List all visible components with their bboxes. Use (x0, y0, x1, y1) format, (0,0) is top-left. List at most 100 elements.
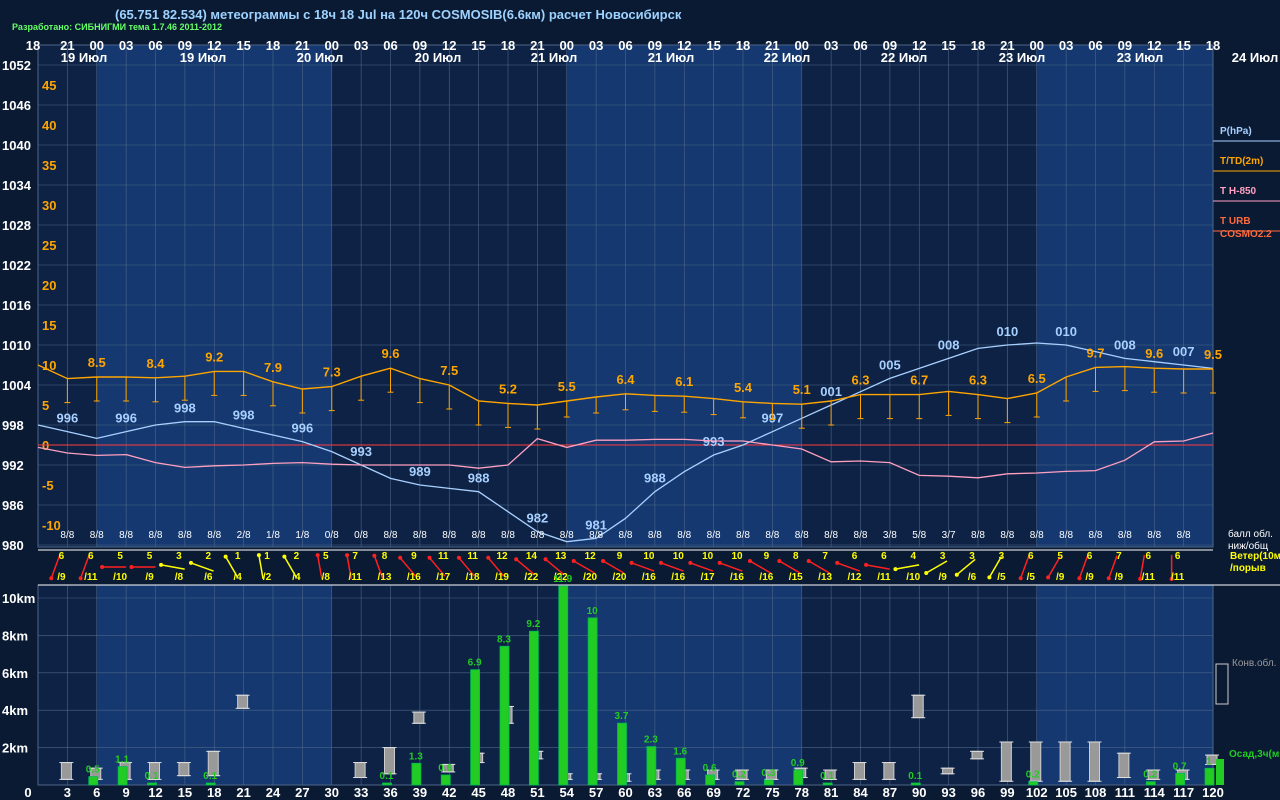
wind-gust-label: /16 (407, 572, 421, 583)
top-hour-label: 18 (26, 38, 40, 53)
bottom-hour-label: 27 (295, 785, 309, 800)
cloud-cover-label: 8/8 (795, 530, 809, 541)
cloud-cover-label: 1/8 (295, 530, 309, 541)
bottom-hour-label: 54 (560, 785, 575, 800)
cloud-cover-label: 8/8 (178, 530, 192, 541)
cloud-cover-label: 8/8 (560, 530, 574, 541)
bottom-hour-label: 21 (236, 785, 250, 800)
legend-conv-swatch (1215, 663, 1229, 705)
wind-speed-label: 10 (673, 551, 685, 562)
wind-gust-label: /6 (204, 572, 213, 583)
pressure-value-label: 998 (233, 407, 255, 422)
precip-bar (617, 722, 627, 786)
temperature-value-label: 9.6 (1145, 346, 1163, 361)
wind-speed-label: 13 (555, 551, 567, 562)
precip-value-label: 2.3 (644, 735, 658, 746)
wind-gust-label: /16 (642, 572, 656, 583)
legend-label: T H-850 (1220, 186, 1257, 197)
bottom-hour-label: 15 (178, 785, 192, 800)
top-hour-label: 03 (824, 38, 838, 53)
top-hour-label: 06 (853, 38, 867, 53)
wind-arrow-head (486, 555, 491, 560)
wind-arrow-head (398, 555, 403, 560)
wind-gust-label: /11 (1171, 572, 1185, 583)
precip-bar (793, 769, 804, 786)
cloud-cover-label: 0/8 (325, 530, 339, 541)
pressure-value-label: 008 (1114, 337, 1136, 352)
wind-speed-label: 1 (264, 551, 270, 562)
precip-value-label: 0.2 (732, 770, 746, 781)
temperature-value-label: 8.4 (146, 356, 165, 371)
convective-cloud-bar (413, 711, 425, 724)
pressure-value-label: 988 (644, 471, 666, 486)
bottom-hour-label: 72 (736, 785, 750, 800)
wind-speed-label: 6 (1028, 551, 1034, 562)
bottom-hour-label: 57 (589, 785, 603, 800)
cloud-cover-label: 8/8 (472, 530, 486, 541)
wind-arrow-head (777, 559, 782, 563)
wind-arrow-head (345, 553, 350, 558)
wind-gust-label: /8 (175, 572, 184, 583)
wind-arrow-head (658, 560, 663, 565)
height-tick-label: 6km (2, 666, 28, 681)
wind-gust-label: /22 (524, 572, 538, 583)
bottom-hour-label: 69 (706, 785, 720, 800)
wind-gust-label: /17 (436, 572, 450, 583)
wind-speed-label: 5 (147, 551, 153, 562)
wind-speed-label: 11 (467, 551, 478, 562)
cloud-cover-label: 8/8 (971, 530, 985, 541)
temperature-value-label: 6.5 (1028, 371, 1046, 386)
convective-cloud-bar (883, 762, 895, 780)
wind-speed-label: 7 (822, 551, 828, 562)
cloud-cover-label: 8/8 (854, 530, 868, 541)
temperature-value-label: 5.2 (499, 381, 517, 396)
wind-legend-label: /порыв (1230, 563, 1266, 574)
height-tick-label: 8km (2, 628, 28, 643)
convective-cloud-bar (60, 762, 72, 780)
wind-arrow-head (747, 559, 752, 563)
wind-arrow-head (987, 575, 992, 580)
temperature-value-label: 7.3 (323, 365, 341, 380)
pressure-value-label: 001 (820, 384, 842, 399)
precip-bar (528, 630, 539, 786)
wind-arrow-head (456, 555, 461, 560)
wind-gust-label: /18 (466, 572, 480, 583)
wind-arrow (190, 562, 214, 572)
precip-value-label: 0.1 (203, 771, 217, 782)
cloud-cover-label: 8/8 (736, 530, 750, 541)
wind-gust-label: /11 (877, 572, 891, 583)
cloud-cover-label: 8/8 (384, 530, 398, 541)
wind-arrow-head (159, 562, 164, 567)
precip-value-label: 0.9 (791, 758, 805, 769)
wind-speed-label: 1 (235, 551, 241, 562)
wind-speed-label: 9 (617, 551, 623, 562)
legend-precip-swatch (1216, 759, 1224, 785)
cloud-precip-legend-label: Осад,3ч(мм) (1229, 749, 1280, 760)
precip-bar (440, 774, 451, 786)
wind-speed-label: 6 (881, 551, 887, 562)
pressure-tick-label: 1046 (2, 98, 31, 113)
top-hour-label: 06 (618, 38, 632, 53)
precip-bar (117, 766, 128, 786)
wind-gust-label: /9 (145, 572, 154, 583)
convective-cloud-bar (912, 694, 924, 719)
wind-gust-label: /15 (789, 572, 803, 583)
temperature-value-label: 6.7 (910, 373, 928, 388)
wind-speed-label: 10 (731, 551, 743, 562)
temperature-tick-label: 5 (42, 398, 49, 413)
legend-label: P(hPa) (1220, 126, 1252, 137)
cloud-cover-label: 8/8 (119, 530, 133, 541)
precip-bar (499, 645, 510, 786)
convective-cloud-bar (1059, 741, 1071, 782)
wind-gust-label: /19 (495, 572, 509, 583)
wind-speed-label: 7 (352, 551, 358, 562)
bottom-hour-label: 33 (354, 785, 368, 800)
wind-speed-label: 3 (969, 551, 975, 562)
cloud-cover-label: 8/8 (501, 530, 515, 541)
pressure-tick-label: 1052 (2, 58, 31, 73)
cloud-cover-label: 8/8 (90, 530, 104, 541)
wind-arrow-head (282, 554, 287, 559)
bottom-hour-label: 36 (383, 785, 397, 800)
cloud-cover-label: 3/7 (942, 530, 956, 541)
height-tick-label: 10km (2, 591, 35, 606)
